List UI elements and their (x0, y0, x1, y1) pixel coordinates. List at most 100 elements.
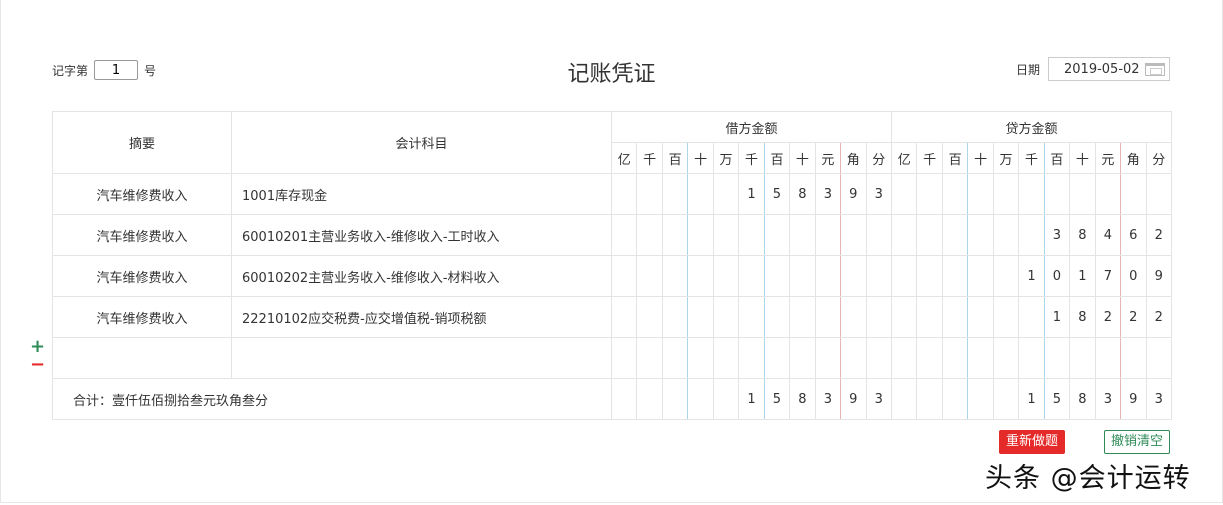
account-cell[interactable]: 60010202主营业务收入-维修收入-材料收入 (231, 255, 612, 297)
amount-digit[interactable]: 8 (1069, 214, 1096, 256)
amount-digit[interactable] (890, 173, 918, 215)
summary-cell[interactable]: 汽车维修费收入 (52, 255, 232, 297)
amount-digit[interactable] (992, 378, 1020, 420)
amount-digit[interactable]: 3 (865, 173, 892, 215)
amount-digit[interactable] (1145, 173, 1173, 215)
amount-digit[interactable] (738, 337, 765, 379)
amount-digit[interactable] (967, 255, 994, 297)
summary-cell[interactable]: 汽车维修费收入 (52, 296, 232, 338)
amount-digit[interactable] (763, 255, 791, 297)
amount-digit[interactable] (738, 255, 765, 297)
amount-digit[interactable] (967, 378, 994, 420)
amount-digit[interactable] (967, 214, 994, 256)
amount-digit[interactable] (941, 378, 969, 420)
amount-digit[interactable]: 8 (789, 173, 816, 215)
amount-digit[interactable] (941, 255, 969, 297)
amount-digit[interactable] (661, 214, 689, 256)
amount-digit[interactable] (610, 378, 638, 420)
amount-digit[interactable] (636, 214, 663, 256)
account-cell[interactable] (231, 337, 612, 379)
amount-digit[interactable]: 9 (840, 173, 867, 215)
amount-digit[interactable] (992, 173, 1020, 215)
amount-digit[interactable] (636, 378, 663, 420)
amount-digit[interactable]: 2 (1145, 214, 1173, 256)
redo-button[interactable]: 重新做题 (999, 430, 1066, 454)
amount-digit[interactable] (992, 214, 1020, 256)
amount-digit[interactable] (636, 173, 663, 215)
amount-digit[interactable] (789, 214, 816, 256)
amount-digit[interactable]: 8 (1069, 378, 1096, 420)
amount-digit[interactable] (636, 337, 663, 379)
amount-digit[interactable] (763, 337, 791, 379)
amount-digit[interactable]: 8 (789, 378, 816, 420)
amount-digit[interactable] (1069, 173, 1096, 215)
amount-digit[interactable]: 3 (1145, 378, 1173, 420)
amount-digit[interactable] (890, 378, 918, 420)
amount-digit[interactable] (941, 173, 969, 215)
amount-digit[interactable] (1145, 337, 1173, 379)
amount-digit[interactable] (814, 214, 842, 256)
amount-digit[interactable] (1120, 173, 1147, 215)
amount-digit[interactable] (1120, 337, 1147, 379)
amount-digit[interactable] (941, 337, 969, 379)
amount-digit[interactable]: 3 (1094, 378, 1122, 420)
amount-digit[interactable]: 1 (1069, 255, 1096, 297)
amount-digit[interactable] (763, 214, 791, 256)
summary-cell[interactable]: 汽车维修费收入 (52, 214, 232, 256)
calendar-icon[interactable] (1145, 63, 1166, 76)
amount-digit[interactable]: 1 (1018, 255, 1045, 297)
amount-digit[interactable] (738, 214, 765, 256)
amount-digit[interactable] (1018, 296, 1045, 338)
amount-digit[interactable]: 6 (1120, 214, 1147, 256)
amount-digit[interactable]: 5 (763, 378, 791, 420)
amount-digit[interactable] (967, 173, 994, 215)
amount-digit[interactable]: 9 (1120, 378, 1147, 420)
amount-digit[interactable] (865, 214, 892, 256)
amount-digit[interactable] (840, 337, 867, 379)
amount-digit[interactable]: 9 (840, 378, 867, 420)
amount-digit[interactable] (636, 255, 663, 297)
amount-digit[interactable] (814, 255, 842, 297)
amount-digit[interactable] (865, 337, 892, 379)
amount-digit[interactable]: 2 (1094, 296, 1122, 338)
amount-digit[interactable] (916, 378, 943, 420)
amount-digit[interactable] (941, 296, 969, 338)
amount-digit[interactable] (636, 296, 663, 338)
amount-digit[interactable] (840, 255, 867, 297)
amount-digit[interactable] (712, 378, 740, 420)
amount-digit[interactable]: 0 (1043, 255, 1071, 297)
amount-digit[interactable]: 3 (814, 173, 842, 215)
amount-digit[interactable] (865, 296, 892, 338)
amount-digit[interactable] (1094, 337, 1122, 379)
account-cell[interactable]: 1001库存现金 (231, 173, 612, 215)
amount-digit[interactable] (967, 337, 994, 379)
amount-digit[interactable] (814, 296, 842, 338)
amount-digit[interactable] (687, 337, 714, 379)
amount-digit[interactable] (610, 337, 638, 379)
amount-digit[interactable] (738, 296, 765, 338)
amount-digit[interactable] (1069, 337, 1096, 379)
amount-digit[interactable] (610, 173, 638, 215)
amount-digit[interactable] (712, 337, 740, 379)
amount-digit[interactable] (661, 296, 689, 338)
amount-digit[interactable]: 5 (1043, 378, 1071, 420)
amount-digit[interactable]: 2 (1145, 296, 1173, 338)
amount-digit[interactable] (814, 337, 842, 379)
amount-digit[interactable]: 0 (1120, 255, 1147, 297)
amount-digit[interactable] (1043, 337, 1071, 379)
clear-button[interactable]: 撤销清空 (1104, 430, 1171, 454)
amount-digit[interactable]: 4 (1094, 214, 1122, 256)
amount-digit[interactable] (916, 255, 943, 297)
amount-digit[interactable] (661, 255, 689, 297)
amount-digit[interactable] (916, 214, 943, 256)
amount-digit[interactable] (661, 337, 689, 379)
amount-digit[interactable] (992, 337, 1020, 379)
summary-cell[interactable] (52, 337, 232, 379)
amount-digit[interactable] (789, 337, 816, 379)
amount-digit[interactable] (661, 173, 689, 215)
amount-digit[interactable] (687, 214, 714, 256)
amount-digit[interactable]: 1 (738, 378, 765, 420)
amount-digit[interactable] (941, 214, 969, 256)
amount-digit[interactable] (840, 296, 867, 338)
remove-row-button[interactable]: − (30, 356, 45, 374)
